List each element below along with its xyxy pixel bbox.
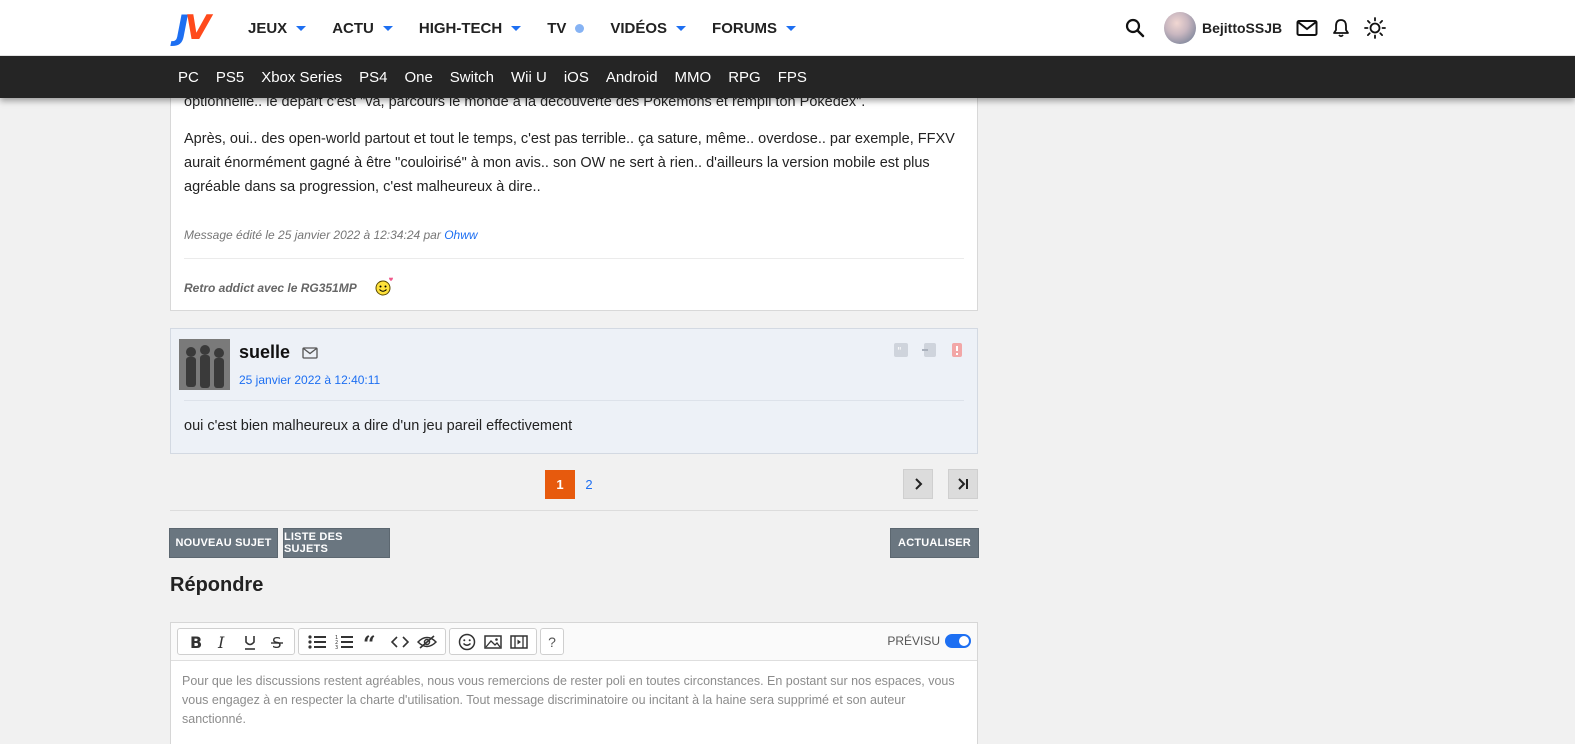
editor-link[interactable]: Ohww — [444, 228, 477, 242]
next-page-button[interactable] — [903, 469, 933, 499]
post-actions: " — [881, 342, 965, 358]
search-icon[interactable] — [1124, 17, 1146, 39]
subnav-switch[interactable]: Switch — [450, 69, 494, 86]
author-avatar[interactable] — [179, 339, 230, 390]
post-date[interactable]: 25 janvier 2022 à 12:40:11 — [239, 373, 380, 387]
live-dot-icon — [575, 23, 585, 33]
caret-down-icon — [296, 25, 307, 31]
divider — [184, 400, 964, 401]
last-page-button[interactable] — [948, 469, 978, 499]
nav-forums[interactable]: FORUMS — [712, 20, 797, 37]
nav-videos[interactable]: VIDÉOS — [610, 20, 687, 37]
bullet-list-icon[interactable] — [303, 631, 331, 653]
pagination: 1 2 — [545, 470, 603, 499]
smiley-icon — [375, 277, 393, 296]
image-icon[interactable] — [480, 631, 506, 653]
media-group — [449, 628, 537, 655]
subnav-mmo[interactable]: MMO — [675, 69, 712, 86]
topic-list-button[interactable]: LISTE DES SUJETS — [283, 528, 390, 558]
emoji-icon[interactable] — [454, 631, 480, 653]
subnav-ios[interactable]: iOS — [564, 69, 589, 86]
divider — [170, 510, 978, 511]
main-nav: JEUX ACTU HIGH-TECH TV VIDÉOS FORUMS — [248, 0, 822, 56]
nav-jeux[interactable]: JEUX — [248, 20, 307, 37]
mp-icon[interactable] — [921, 342, 937, 358]
username[interactable]: BejittoSSJB — [1202, 20, 1282, 36]
divider — [184, 258, 964, 259]
toggle-switch[interactable] — [945, 634, 971, 648]
mail-icon[interactable] — [1296, 17, 1318, 39]
forum-post: optionnelle.. le départ c'est "va, parco… — [170, 80, 978, 311]
help-icon[interactable]: ? — [541, 631, 563, 653]
mail-icon[interactable] — [302, 346, 318, 364]
italic-icon[interactable]: I — [209, 631, 236, 653]
subnav-android[interactable]: Android — [606, 69, 658, 86]
caret-down-icon — [511, 25, 522, 31]
reply-textarea[interactable]: Pour que les discussions restent agréabl… — [182, 672, 967, 729]
platform-subnav: PC PS5 Xbox Series PS4 One Switch Wii U … — [0, 56, 1575, 98]
edit-notice: Message édité le 25 janvier 2022 à 12:34… — [184, 228, 478, 242]
chevron-right-icon — [915, 478, 923, 490]
bell-icon[interactable] — [1330, 17, 1352, 39]
reply-editor: B I S 123 “ ? PRÉVISU Pour que les discu… — [170, 622, 978, 744]
subnav-wii-u[interactable]: Wii U — [511, 69, 547, 86]
page-current[interactable]: 1 — [545, 470, 575, 499]
page-link[interactable]: 2 — [575, 470, 603, 499]
caret-down-icon — [676, 25, 687, 31]
last-page-icon — [958, 478, 968, 490]
new-topic-button[interactable]: NOUVEAU SUJET — [169, 528, 278, 558]
numbered-list-icon[interactable]: 123 — [331, 631, 359, 653]
jv-logo[interactable]: JV — [176, 10, 222, 46]
signature: Retro addict avec le RG351MP — [184, 277, 393, 296]
user-zone: BejittoSSJB — [1124, 0, 1387, 56]
quote-icon[interactable]: " — [893, 342, 909, 358]
quote-block-icon[interactable]: “ — [358, 631, 386, 653]
subnav-ps4[interactable]: PS4 — [359, 69, 387, 86]
subnav-fps[interactable]: FPS — [778, 69, 807, 86]
post-author[interactable]: suelle — [239, 342, 290, 363]
forum-post: suelle 25 janvier 2022 à 12:40:11 " oui … — [170, 328, 978, 454]
video-icon[interactable] — [506, 631, 532, 653]
block-group: 123 “ — [298, 628, 446, 655]
subnav-pc[interactable]: PC — [178, 69, 199, 86]
post-text: Après, oui.. des open-world partout et t… — [184, 131, 955, 195]
help-group: ? — [540, 628, 564, 655]
reply-title: Répondre — [170, 574, 264, 596]
strikethrough-icon[interactable]: S — [263, 631, 290, 653]
bold-icon[interactable]: B — [182, 631, 209, 653]
svg-text:S: S — [272, 634, 282, 650]
svg-text:3: 3 — [335, 645, 338, 649]
svg-text:I: I — [217, 634, 225, 650]
subnav-xbox-series[interactable]: Xbox Series — [261, 69, 342, 86]
editor-toolbar: B I S 123 “ ? PRÉVISU — [171, 623, 977, 661]
top-header: JV JEUX ACTU HIGH-TECH TV VIDÉOS FORUMS … — [0, 0, 1575, 56]
nav-high-tech[interactable]: HIGH-TECH — [419, 20, 522, 37]
post-text: oui c'est bien malheureux a dire d'un je… — [184, 418, 573, 434]
refresh-button[interactable]: ACTUALISER — [890, 528, 979, 558]
subnav-ps5[interactable]: PS5 — [216, 69, 244, 86]
svg-text:“: “ — [363, 635, 376, 649]
underline-icon[interactable] — [236, 631, 263, 653]
code-icon[interactable] — [386, 631, 414, 653]
report-icon[interactable] — [949, 342, 965, 358]
caret-down-icon — [786, 25, 797, 31]
nav-actu[interactable]: ACTU — [332, 20, 393, 37]
svg-text:B: B — [190, 634, 202, 650]
svg-text:": " — [897, 346, 902, 357]
avatar[interactable] — [1164, 12, 1196, 44]
preview-toggle[interactable]: PRÉVISU — [887, 634, 971, 648]
subnav-one[interactable]: One — [404, 69, 432, 86]
sun-icon[interactable] — [1364, 17, 1387, 39]
spoiler-icon[interactable] — [413, 631, 441, 653]
nav-tv[interactable]: TV — [547, 20, 585, 37]
subnav-rpg[interactable]: RPG — [728, 69, 761, 86]
format-group: B I S — [177, 628, 295, 655]
caret-down-icon — [382, 25, 393, 31]
